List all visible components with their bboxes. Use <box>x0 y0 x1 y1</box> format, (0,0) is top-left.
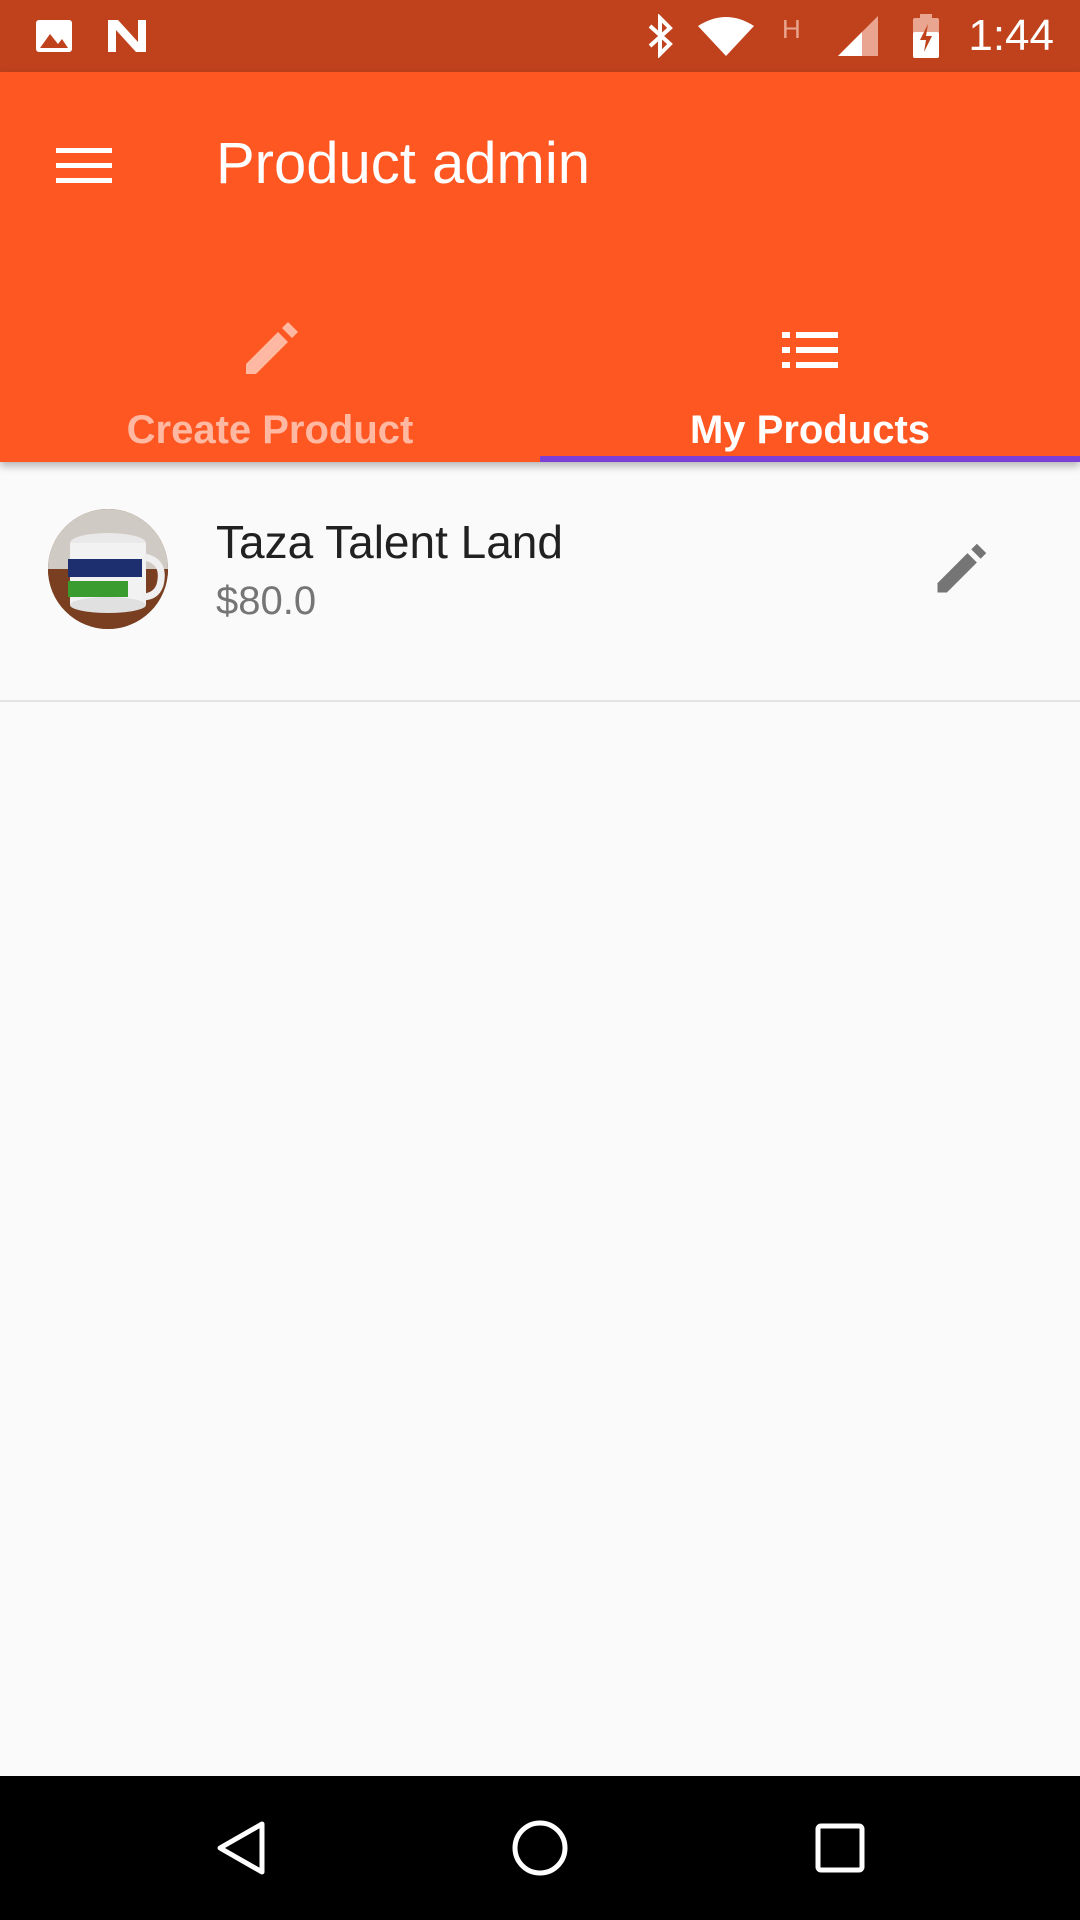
home-button[interactable] <box>490 1798 590 1898</box>
home-icon <box>512 1820 568 1876</box>
list-item[interactable]: Taza Talent Land $80.0 <box>0 462 1080 702</box>
avatar <box>48 509 168 629</box>
back-button[interactable] <box>192 1798 292 1898</box>
pencil-icon <box>246 322 298 374</box>
edit-icon <box>937 543 987 593</box>
n-icon <box>108 20 146 52</box>
app-bar: Product admin Create Product My Products <box>0 72 1080 462</box>
edit-button[interactable] <box>914 524 1006 616</box>
bluetooth-icon <box>648 14 673 58</box>
battery-charging-icon <box>913 14 939 58</box>
product-price: $80.0 <box>216 579 317 623</box>
menu-icon <box>56 148 112 183</box>
tab-my-products[interactable]: My Products <box>540 264 1080 462</box>
list-icon <box>782 332 838 368</box>
h-signal-icon: H <box>782 14 801 44</box>
tab-bar: Create Product My Products <box>0 264 1080 462</box>
menu-button[interactable] <box>40 122 128 210</box>
mug-photo <box>48 509 168 629</box>
svg-text:H: H <box>782 14 801 44</box>
navigation-bar <box>0 1776 1080 1920</box>
screen: H 1:44 Product admin Create Product My P… <box>0 0 1080 1920</box>
wifi-icon <box>698 17 754 56</box>
recents-button[interactable] <box>790 1798 890 1898</box>
tab-label: Create Product <box>126 408 414 452</box>
status-time: 1:44 <box>968 11 1054 60</box>
tab-indicator <box>540 456 1080 462</box>
back-icon <box>217 1821 265 1875</box>
page-title: Product admin <box>216 131 590 196</box>
product-list: Taza Talent Land $80.0 <box>0 462 1080 702</box>
gallery-icon <box>36 20 72 52</box>
recents-icon <box>815 1823 865 1873</box>
tab-create-product[interactable]: Create Product <box>0 264 540 462</box>
product-title: Taza Talent Land <box>216 516 563 568</box>
tab-label: My Products <box>689 408 931 452</box>
cell-signal-icon <box>838 16 878 56</box>
status-bar: H 1:44 <box>0 0 1080 72</box>
